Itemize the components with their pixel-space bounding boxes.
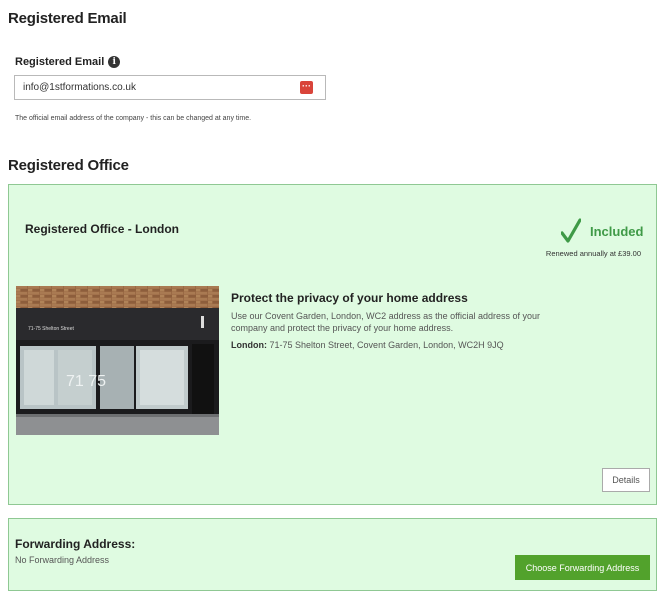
office-panel-title: Registered Office - London [25, 222, 180, 236]
photo-number: 71 75 [66, 373, 106, 390]
registered-email-input[interactable] [15, 76, 295, 99]
forwarding-address-panel: Forwarding Address: No Forwarding Addres… [8, 518, 657, 591]
office-photo: 71-75 Shelton Street 71 75 [16, 286, 219, 435]
forwarding-status: No Forwarding Address [15, 555, 110, 565]
promo-title: Protect the privacy of your home address [231, 291, 468, 305]
renewal-text: Renewed annually at £39.00 [545, 249, 641, 258]
photo-sign-text: 71-75 Shelton Street [28, 326, 74, 332]
info-icon[interactable]: i [108, 56, 121, 68]
check-icon [561, 218, 581, 243]
registered-email-field[interactable]: ··· [14, 75, 326, 100]
registered-office-panel: Registered Office - London Included Rene… [8, 184, 657, 505]
registered-email-label: Registered Email [15, 56, 105, 68]
details-button[interactable]: Details [602, 468, 650, 492]
included-status: Included [590, 224, 644, 239]
registered-office-heading: Registered Office [8, 157, 129, 174]
address-label: London: [231, 340, 267, 350]
office-address: London: 71-75 Shelton Street, Covent Gar… [231, 340, 504, 350]
promo-text: Use our Covent Garden, London, WC2 addre… [231, 311, 541, 333]
password-manager-icon[interactable]: ··· [300, 81, 313, 94]
registered-email-helper: The official email address of the compan… [15, 115, 252, 122]
registered-email-heading: Registered Email [8, 10, 127, 27]
address-value: 71-75 Shelton Street, Covent Garden, Lon… [269, 340, 504, 350]
forwarding-title: Forwarding Address: [15, 537, 136, 551]
registered-email-label-row: Registered Email i [15, 56, 121, 68]
choose-forwarding-address-button[interactable]: Choose Forwarding Address [515, 555, 650, 580]
